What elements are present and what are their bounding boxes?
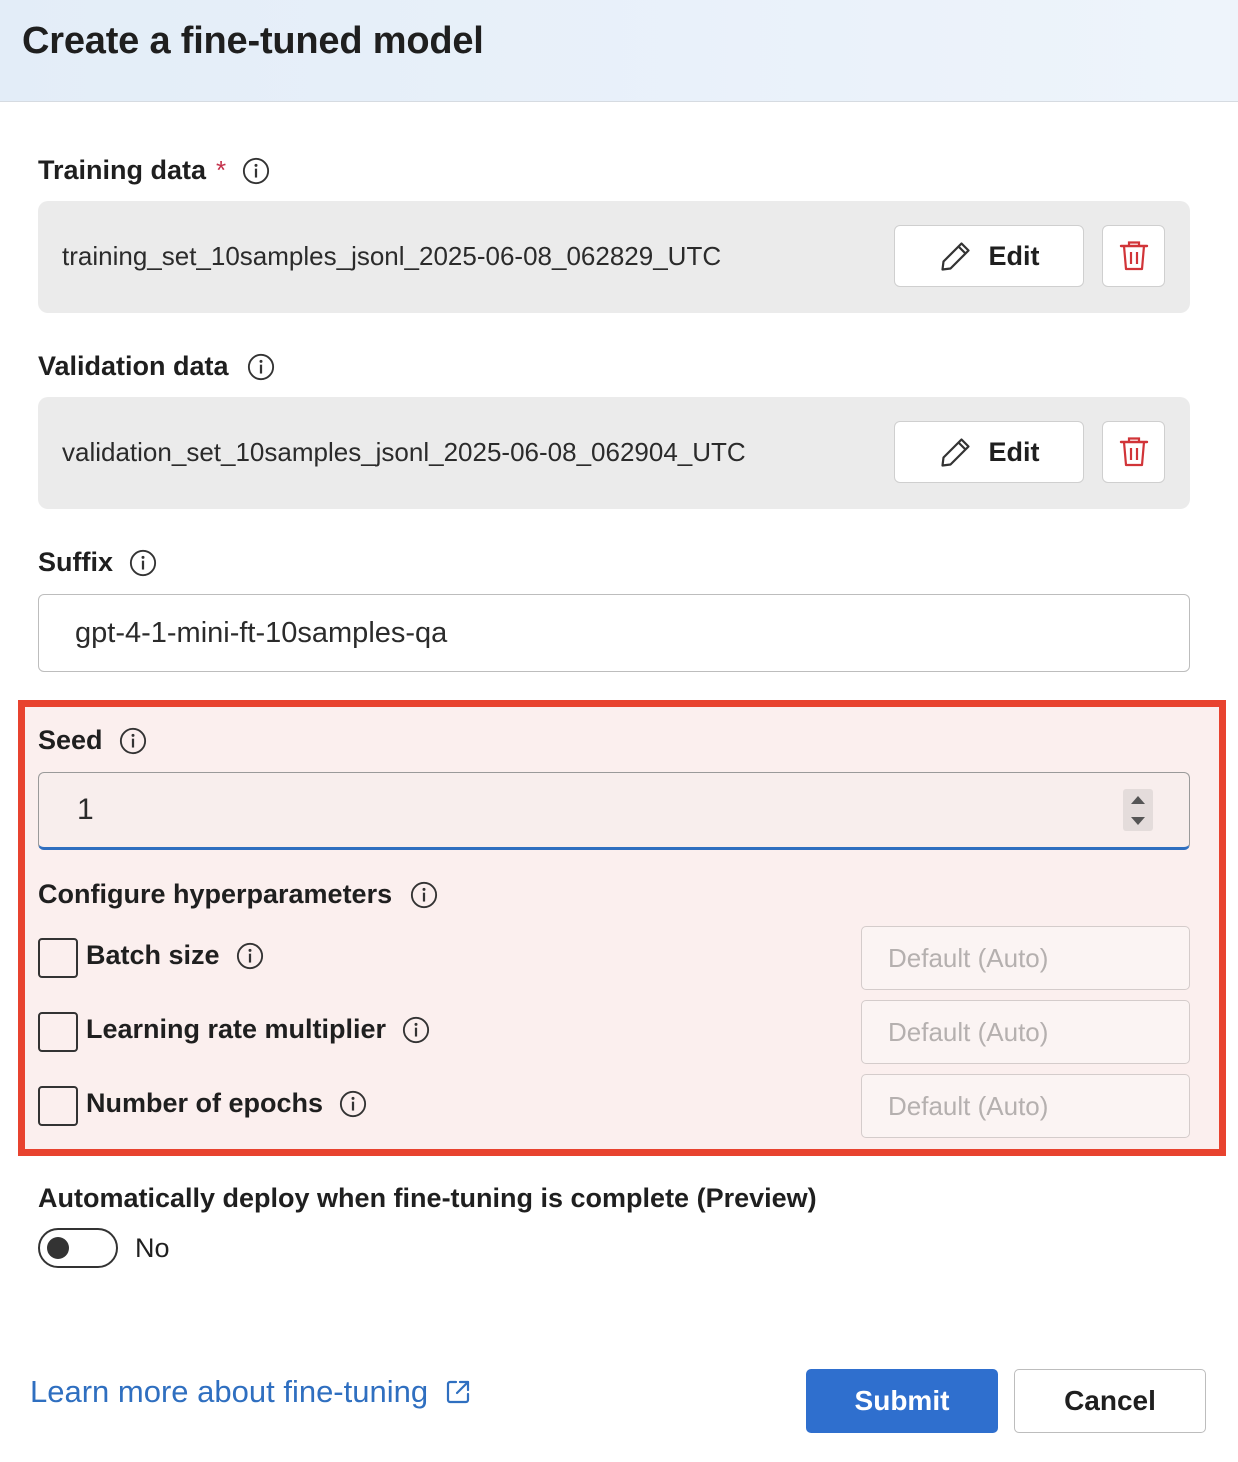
learning-rate-label: Learning rate multiplier (86, 1014, 430, 1045)
hyperparameters-label-text: Configure hyperparameters (38, 879, 393, 909)
auto-deploy-label-text: Automatically deploy when fine-tuning is… (38, 1183, 817, 1213)
info-icon[interactable] (119, 727, 147, 755)
epochs-label: Number of epochs (86, 1088, 367, 1119)
info-icon[interactable] (339, 1090, 367, 1118)
training-data-label: Training data * (38, 155, 270, 186)
auto-deploy-label: Automatically deploy when fine-tuning is… (38, 1183, 817, 1214)
learn-more-link[interactable]: Learn more about fine-tuning (30, 1374, 472, 1410)
cancel-button[interactable]: Cancel (1014, 1369, 1206, 1433)
suffix-label: Suffix (38, 547, 157, 578)
seed-input[interactable]: 1 (38, 772, 1190, 850)
batch-size-label: Batch size (86, 940, 264, 971)
training-delete-button[interactable] (1102, 225, 1165, 287)
validation-data-label-text: Validation data (38, 351, 229, 381)
auto-deploy-toggle[interactable] (38, 1228, 118, 1268)
pencil-icon (940, 438, 970, 467)
edit-button-label: Edit (988, 240, 1040, 271)
trash-icon (1119, 437, 1148, 467)
info-icon[interactable] (247, 353, 275, 381)
hyperparameter-row-batch-size: Batch size Default (Auto) (38, 926, 1190, 990)
validation-data-card: validation_set_10samples_jsonl_2025-06-0… (38, 397, 1190, 509)
trash-icon (1119, 241, 1148, 271)
learning-rate-label-text: Learning rate multiplier (86, 1014, 387, 1044)
training-data-card: training_set_10samples_jsonl_2025-06-08_… (38, 201, 1190, 313)
info-icon[interactable] (236, 942, 264, 970)
suffix-label-text: Suffix (38, 547, 114, 577)
submit-button[interactable]: Submit (806, 1369, 998, 1433)
learning-rate-input[interactable]: Default (Auto) (861, 1000, 1190, 1064)
page-title: Create a fine-tuned model (22, 20, 484, 62)
training-edit-button[interactable]: Edit (894, 225, 1084, 287)
validation-file-name: validation_set_10samples_jsonl_2025-06-0… (62, 437, 746, 467)
learning-rate-checkbox[interactable] (38, 1012, 78, 1052)
required-asterisk: * (216, 155, 227, 185)
seed-spinner (1123, 789, 1153, 831)
edit-button-label: Edit (988, 436, 1040, 467)
seed-input-value: 1 (77, 793, 94, 826)
epochs-label-text: Number of epochs (86, 1088, 324, 1118)
suffix-input[interactable]: gpt-4-1-mini-ft-10samples-qa (38, 594, 1190, 672)
training-file-name: training_set_10samples_jsonl_2025-06-08_… (62, 241, 722, 271)
epochs-checkbox[interactable] (38, 1086, 78, 1126)
info-icon[interactable] (410, 881, 438, 909)
info-icon[interactable] (242, 157, 270, 185)
epochs-input[interactable]: Default (Auto) (861, 1074, 1190, 1138)
learn-more-text: Learn more about fine-tuning (30, 1374, 429, 1409)
validation-data-label: Validation data (38, 351, 275, 382)
hyperparameters-label: Configure hyperparameters (38, 879, 438, 910)
hyperparameter-row-epochs: Number of epochs Default (Auto) (38, 1074, 1190, 1138)
learning-rate-placeholder: Default (Auto) (888, 1016, 1049, 1047)
external-link-icon (447, 1380, 470, 1404)
spin-up-arrow-icon[interactable] (1131, 795, 1145, 804)
auto-deploy-state: No (135, 1233, 170, 1263)
panel-header: Create a fine-tuned model (0, 0, 1238, 102)
epochs-placeholder: Default (Auto) (888, 1090, 1049, 1121)
info-icon[interactable] (402, 1016, 430, 1044)
seed-label-text: Seed (38, 725, 103, 755)
pencil-icon (940, 242, 970, 271)
batch-size-input[interactable]: Default (Auto) (861, 926, 1190, 990)
seed-label: Seed (38, 725, 147, 756)
info-icon[interactable] (129, 549, 157, 577)
suffix-input-value: gpt-4-1-mini-ft-10samples-qa (75, 616, 448, 649)
batch-size-placeholder: Default (Auto) (888, 942, 1049, 973)
validation-delete-button[interactable] (1102, 421, 1165, 483)
hyperparameter-row-learning-rate: Learning rate multiplier Default (Auto) (38, 1000, 1190, 1064)
toggle-knob (47, 1237, 69, 1259)
training-data-label-text: Training data (38, 155, 207, 185)
batch-size-label-text: Batch size (86, 940, 220, 970)
batch-size-checkbox[interactable] (38, 938, 78, 978)
validation-edit-button[interactable]: Edit (894, 421, 1084, 483)
spin-down-arrow-icon[interactable] (1131, 816, 1145, 825)
